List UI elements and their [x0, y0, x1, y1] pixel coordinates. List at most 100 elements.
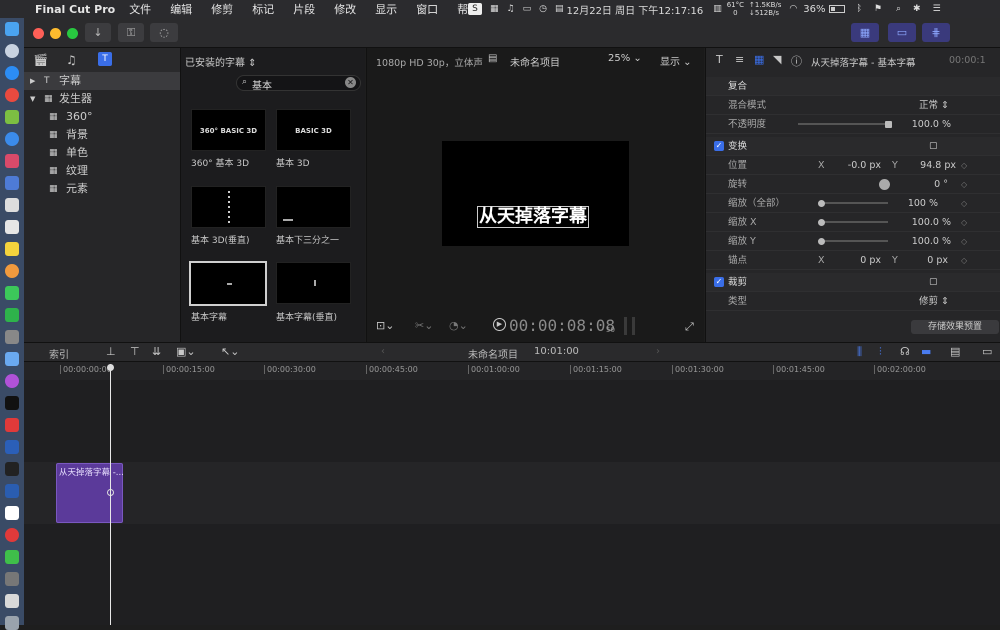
menu-window[interactable]: 窗口	[416, 1, 438, 17]
photos-icon[interactable]	[5, 264, 19, 278]
clear-search-icon[interactable]: ✕	[345, 77, 356, 88]
composite-section[interactable]: 复合	[706, 77, 1000, 96]
scale-x-knob[interactable]	[818, 219, 825, 226]
thumb-basic-lower-third[interactable]	[276, 186, 351, 228]
thumb-basic-title[interactable]	[189, 261, 267, 306]
installed-titles-dropdown[interactable]: 已安装的字幕 ⇕	[185, 54, 257, 69]
select-tool-icon[interactable]: ↖⌄	[221, 345, 239, 358]
menubar-datetime[interactable]: 12月22日 周日 下午12:17:16	[566, 2, 703, 17]
minimize-button[interactable]	[50, 28, 61, 39]
keyframe-icon[interactable]: ◇	[961, 232, 967, 251]
keyframe-icon[interactable]: ◇	[961, 251, 967, 270]
menu-modify[interactable]: 修改	[334, 1, 356, 17]
notes-icon[interactable]	[5, 242, 19, 256]
battery-icon[interactable]	[828, 5, 845, 13]
video-inspector-tab[interactable]: ▦	[754, 53, 764, 66]
tray-app-icon[interactable]: S	[468, 3, 482, 15]
layout-browser-button[interactable]: ▦	[851, 23, 879, 42]
snapping-icon[interactable]: ▬	[921, 345, 931, 358]
overwrite-clip-icon[interactable]: ▣⌄	[176, 345, 196, 358]
title-inspector-tab[interactable]: T	[716, 53, 723, 66]
menu-mark[interactable]: 标记	[252, 1, 274, 17]
headphones-icon[interactable]: ☊	[900, 345, 910, 358]
transform-overlay-icon[interactable]: ▢	[929, 137, 938, 156]
podcasts-icon[interactable]	[5, 374, 19, 388]
search-input[interactable]: ⌕ 基本 ✕	[236, 75, 361, 92]
keyframe-icon[interactable]: ◇	[961, 213, 967, 232]
app-icon-20[interactable]	[5, 440, 19, 454]
stats-icon[interactable]: ▥	[713, 4, 722, 14]
transform-tool-icon[interactable]: ⊡⌄	[376, 319, 394, 332]
menu-file[interactable]: 文件	[129, 1, 151, 17]
transform-section[interactable]: ✓ 变换 ▢	[706, 137, 1000, 156]
fullscreen-icon[interactable]: ⤢	[685, 320, 694, 334]
menu-trim[interactable]: 修剪	[211, 1, 233, 17]
position-y-value[interactable]: 94.8 px	[906, 156, 956, 175]
bluetooth-icon[interactable]: ᛒ	[857, 4, 862, 14]
title-clip[interactable]: 从天掉落字幕 -...	[56, 463, 124, 523]
sidebar-item-textures[interactable]: ▦ 纹理	[24, 162, 180, 180]
app-icon-27[interactable]	[5, 594, 19, 608]
sidebar-item-titles[interactable]: ▶ T 字幕	[24, 72, 180, 90]
scale-all-knob[interactable]	[818, 200, 825, 207]
waveform-icon[interactable]: ⫼	[857, 345, 862, 359]
menu-edit[interactable]: 编辑	[170, 1, 192, 17]
primary-storyline[interactable]	[24, 462, 1000, 524]
flag-icon[interactable]: ⚑	[874, 4, 882, 14]
battery-percent[interactable]: 36%	[803, 4, 825, 15]
effects-browser-icon[interactable]: ▭	[982, 345, 992, 358]
net-widget[interactable]: ↑1.5KB/s ↓512B/s	[749, 1, 781, 17]
browser-icon[interactable]	[5, 132, 19, 146]
index-button[interactable]: 索引	[49, 346, 69, 361]
app-icon-7[interactable]	[5, 154, 19, 168]
connect-clip-icon[interactable]: ⊥	[106, 345, 116, 358]
sidebar-item-360[interactable]: ▦ 360°	[24, 108, 180, 126]
zoom-dropdown[interactable]: 25% ⌄	[608, 53, 642, 64]
app-icon-15[interactable]	[5, 330, 19, 344]
text-inspector-tab[interactable]: ≡	[735, 53, 744, 66]
layout-inspector-button[interactable]: ⋕	[922, 23, 950, 42]
titles-generators-icon[interactable]: T	[98, 52, 112, 66]
thumb-basic-title-vertical[interactable]	[276, 262, 351, 304]
yandex-icon[interactable]	[5, 506, 19, 520]
rotation-dial[interactable]	[879, 179, 890, 190]
wifi-icon[interactable]: ◠	[789, 4, 797, 14]
app-icon-19[interactable]	[5, 418, 19, 432]
app-icon-24[interactable]	[5, 528, 19, 542]
timeline-ruler[interactable]: 00:00:00:00 00:00:15:00 00:00:30:00 00:0…	[24, 362, 1000, 380]
import-button[interactable]: ↓	[85, 23, 111, 42]
scale-y-slider[interactable]	[818, 240, 888, 242]
back-icon[interactable]: ‹	[381, 346, 385, 357]
rotation-value[interactable]: 0 °	[906, 175, 948, 194]
app-icon-8[interactable]	[5, 176, 19, 190]
tray-apps-icon[interactable]: ▦	[490, 4, 499, 14]
trash-icon[interactable]	[5, 616, 19, 630]
crop-section[interactable]: ✓ 裁剪 ▢	[706, 273, 1000, 292]
close-button[interactable]	[33, 28, 44, 39]
info-inspector-tab[interactable]: ⓘ	[791, 53, 802, 69]
thumb-basic-3d-vertical[interactable]	[191, 186, 266, 228]
app-icon-16[interactable]	[5, 352, 19, 366]
launchpad-icon[interactable]	[5, 44, 19, 58]
safari-icon[interactable]	[5, 66, 19, 80]
opacity-slider-knob[interactable]	[885, 121, 892, 128]
color-inspector-tab[interactable]: ◥	[773, 53, 781, 66]
background-tasks-button[interactable]: ◌	[150, 23, 178, 42]
clock-icon[interactable]: ◷	[539, 4, 547, 14]
play-button[interactable]: ▶	[493, 318, 506, 331]
video-canvas[interactable]: 从天掉落字幕	[442, 141, 629, 246]
tv-icon[interactable]	[5, 396, 19, 410]
display-dropdown[interactable]: 显示 ⌄	[660, 53, 692, 68]
scale-all-slider[interactable]	[818, 202, 888, 204]
clapper-icon[interactable]: 🎬︎	[33, 53, 48, 67]
anchor-y-value[interactable]: 0 px	[906, 251, 948, 270]
menu-view[interactable]: 显示	[375, 1, 397, 17]
layout-timeline-button[interactable]: ▭	[888, 23, 916, 42]
crop-overlay-icon[interactable]: ▢	[929, 273, 938, 292]
keyframe-icon[interactable]: ◇	[961, 156, 967, 175]
sidebar-item-generators[interactable]: ▼ ▦ 发生器	[24, 90, 180, 108]
crop-type-select[interactable]: 修剪 ⇕	[919, 292, 949, 311]
transform-checkbox[interactable]: ✓	[714, 141, 724, 151]
playhead[interactable]	[107, 364, 114, 625]
scale-all-value[interactable]: 100 %	[896, 194, 938, 213]
